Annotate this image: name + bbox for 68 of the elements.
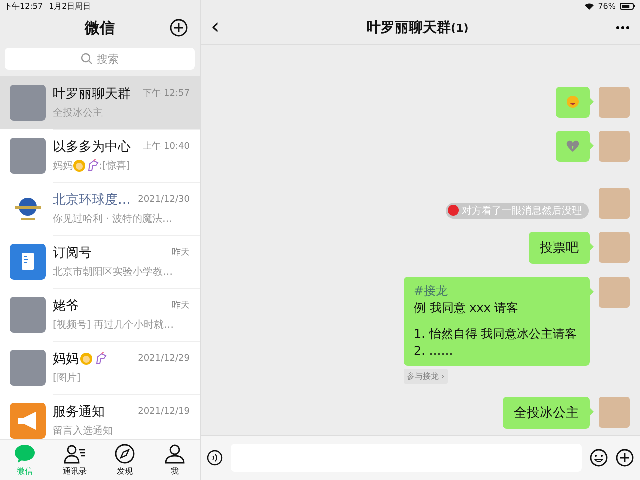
avatar-photo [10, 350, 46, 386]
avatar-photo [10, 84, 46, 120]
wifi-icon [585, 2, 594, 10]
smiley-icon[interactable] [590, 449, 608, 467]
avatar-photo [599, 188, 630, 219]
avatar-photo [599, 232, 630, 263]
document-icon [10, 244, 46, 280]
avatar-photo [599, 276, 630, 308]
message-preview: 留言入选通知 [53, 424, 114, 438]
tab-bar-item[interactable]: 我 [150, 440, 200, 480]
avatar-photo [599, 130, 630, 162]
chat-name: 服务通知 [53, 404, 105, 420]
app-title: 微信 [85, 18, 115, 38]
chat-time: 下午 12:57 [143, 88, 190, 100]
chat-list-item[interactable]: 北京环球度… 2021/12/30 你见过哈利 · 波特的魔法… [0, 182, 200, 235]
message-preview: [视频号] 再过几个小时就… [53, 318, 175, 332]
chat-title: 叶罗丽聊天群(1) [366, 19, 470, 37]
message-preview: [图片] [53, 372, 82, 384]
message-line: 例 我同意 xxx 请客 [414, 300, 520, 316]
status-time: 下午12:57 [4, 0, 44, 12]
chat-time: 2021/12/29 [138, 354, 190, 364]
chat-bubble-icon [14, 444, 36, 464]
contacts-icon [64, 444, 86, 464]
more-plus-icon[interactable] [616, 449, 634, 467]
avatar-photo [10, 138, 46, 174]
add-icon[interactable] [170, 19, 188, 37]
message-preview: 全投冰公主 [53, 106, 104, 120]
avatar-photo [599, 397, 630, 428]
status-date: 1月2日周日 [49, 0, 92, 12]
chat-list-item[interactable]: 订阅号 昨天 北京市朝阳区实验小学教… [0, 235, 200, 288]
avatar-photo [10, 296, 46, 332]
smiley-sticker-icon [566, 95, 580, 110]
chat-name: 订阅号 [53, 244, 92, 262]
broken-heart-icon [566, 140, 580, 153]
message-preview: 北京市朝阳区实验小学教… [53, 266, 174, 278]
chat-list-item[interactable]: 姥爷 昨天 [视频号] 再过几个小时就… [0, 288, 200, 341]
chat-name: 叶罗丽聊天群 [53, 86, 131, 102]
chat-time: 昨天 [172, 300, 190, 312]
chat-time: 2021/12/30 [138, 194, 190, 204]
chat-name: 以多多为中心 [53, 138, 131, 156]
battery-icon [620, 2, 636, 10]
message-preview: 你见过哈利 · 波特的魔法… [53, 212, 174, 226]
search-icon [81, 53, 93, 65]
chat-list-item[interactable]: 叶罗丽聊天群 下午 12:57 全投冰公主 [0, 76, 200, 129]
woman-emoji-icon [73, 159, 86, 172]
chat-name: 姥爷 [53, 298, 79, 314]
battery-percent: 76% [598, 2, 616, 10]
chat-time: 2021/12/19 [138, 406, 190, 416]
tab-bar-item[interactable]: 发现 [100, 440, 150, 480]
chat-name: 妈妈 [53, 350, 79, 368]
chat-list-item[interactable]: 以多多为中心 上午 10:40 妈妈 :[惊喜] [0, 129, 200, 182]
hashtag: #接龙 [414, 282, 450, 300]
message-line: 2. …… [414, 343, 454, 360]
woman-emoji-icon [80, 352, 93, 365]
message-preview: 妈妈 :[惊喜] [53, 158, 132, 172]
chat-time: 上午 10:40 [143, 140, 190, 153]
voice-icon[interactable] [207, 450, 223, 466]
back-button[interactable]: ‹ [211, 17, 220, 39]
avatar-photo [599, 86, 630, 118]
message-line: 1. 怡然自得 我同意冰公主请客 [414, 326, 578, 344]
compass-icon [115, 444, 135, 464]
person-icon [165, 444, 185, 464]
more-icon[interactable] [616, 26, 630, 30]
chat-list-item[interactable]: 妈妈 2021/12/29 [图片] [0, 341, 200, 394]
chat-name: 北京环球度… [53, 192, 131, 208]
tab-bar-item[interactable]: 通讯录 [50, 440, 100, 480]
alert-icon [448, 205, 459, 216]
chat-time: 昨天 [172, 246, 190, 259]
